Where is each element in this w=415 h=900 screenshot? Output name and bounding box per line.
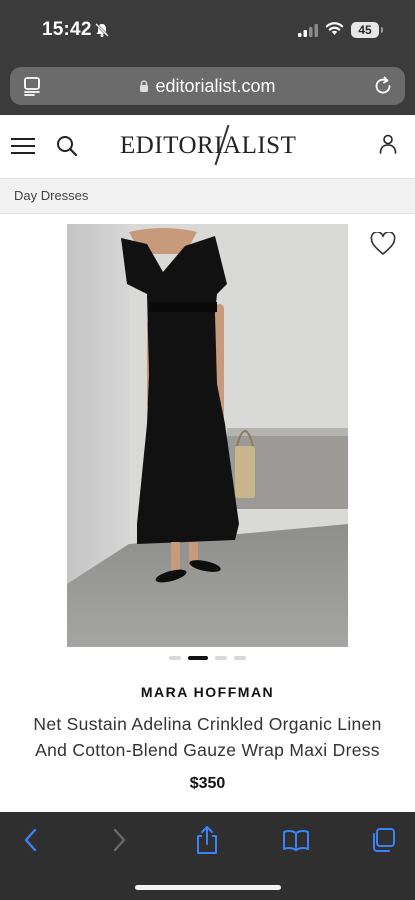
product-title-line-2: And Cotton-Blend Gauze Wrap Maxi Dress (35, 740, 380, 760)
product-image[interactable] (67, 224, 348, 647)
url-field[interactable]: editorialist.com (10, 76, 405, 97)
product-price: $350 (189, 775, 226, 792)
hamburger-menu-icon[interactable] (11, 137, 35, 155)
breadcrumb: Day Dresses (0, 178, 415, 214)
carousel-dot-1[interactable] (169, 656, 181, 660)
product-brand[interactable]: MARA HOFFMAN (0, 684, 415, 700)
site-logo[interactable]: EDITORIALIST (120, 124, 297, 166)
product-title-line-1: Net Sustain Adelina Crinkled Organic Lin… (33, 714, 382, 734)
cellular-signal-icon (298, 24, 318, 37)
account-icon[interactable] (379, 134, 397, 154)
heart-icon[interactable] (370, 232, 396, 256)
bookmarks-icon[interactable] (282, 829, 310, 851)
product-photo-illustration (67, 224, 348, 647)
carousel-dot-2[interactable] (188, 656, 208, 660)
share-icon[interactable] (194, 825, 220, 855)
reload-icon[interactable] (373, 76, 393, 96)
lock-icon (140, 80, 149, 92)
back-icon[interactable] (20, 827, 42, 853)
clock: 15:42 (42, 19, 92, 40)
forward-icon[interactable] (108, 827, 130, 853)
wifi-icon (325, 22, 344, 35)
bell-slash-icon (95, 23, 109, 38)
breadcrumb-link[interactable]: Day Dresses (14, 188, 88, 203)
search-icon[interactable] (56, 135, 78, 157)
product-title: Net Sustain Adelina Crinkled Organic Lin… (0, 711, 415, 763)
carousel-dot-4[interactable] (234, 656, 246, 660)
web-page: EDITORIALIST Day Dresses MARA HOFFMAN Ne… (0, 115, 415, 812)
status-bar: 15:42 45 (0, 0, 415, 62)
battery-icon: 45 (351, 22, 383, 38)
logo-text: EDITORIALIST (120, 132, 297, 159)
site-header: EDITORIALIST (0, 115, 415, 178)
home-indicator[interactable] (135, 885, 281, 890)
carousel-dot-3[interactable] (215, 656, 227, 660)
url-text: editorialist.com (155, 76, 276, 96)
battery-level: 45 (358, 23, 372, 37)
address-bar[interactable]: editorialist.com (10, 67, 405, 105)
tabs-icon[interactable] (370, 827, 396, 853)
